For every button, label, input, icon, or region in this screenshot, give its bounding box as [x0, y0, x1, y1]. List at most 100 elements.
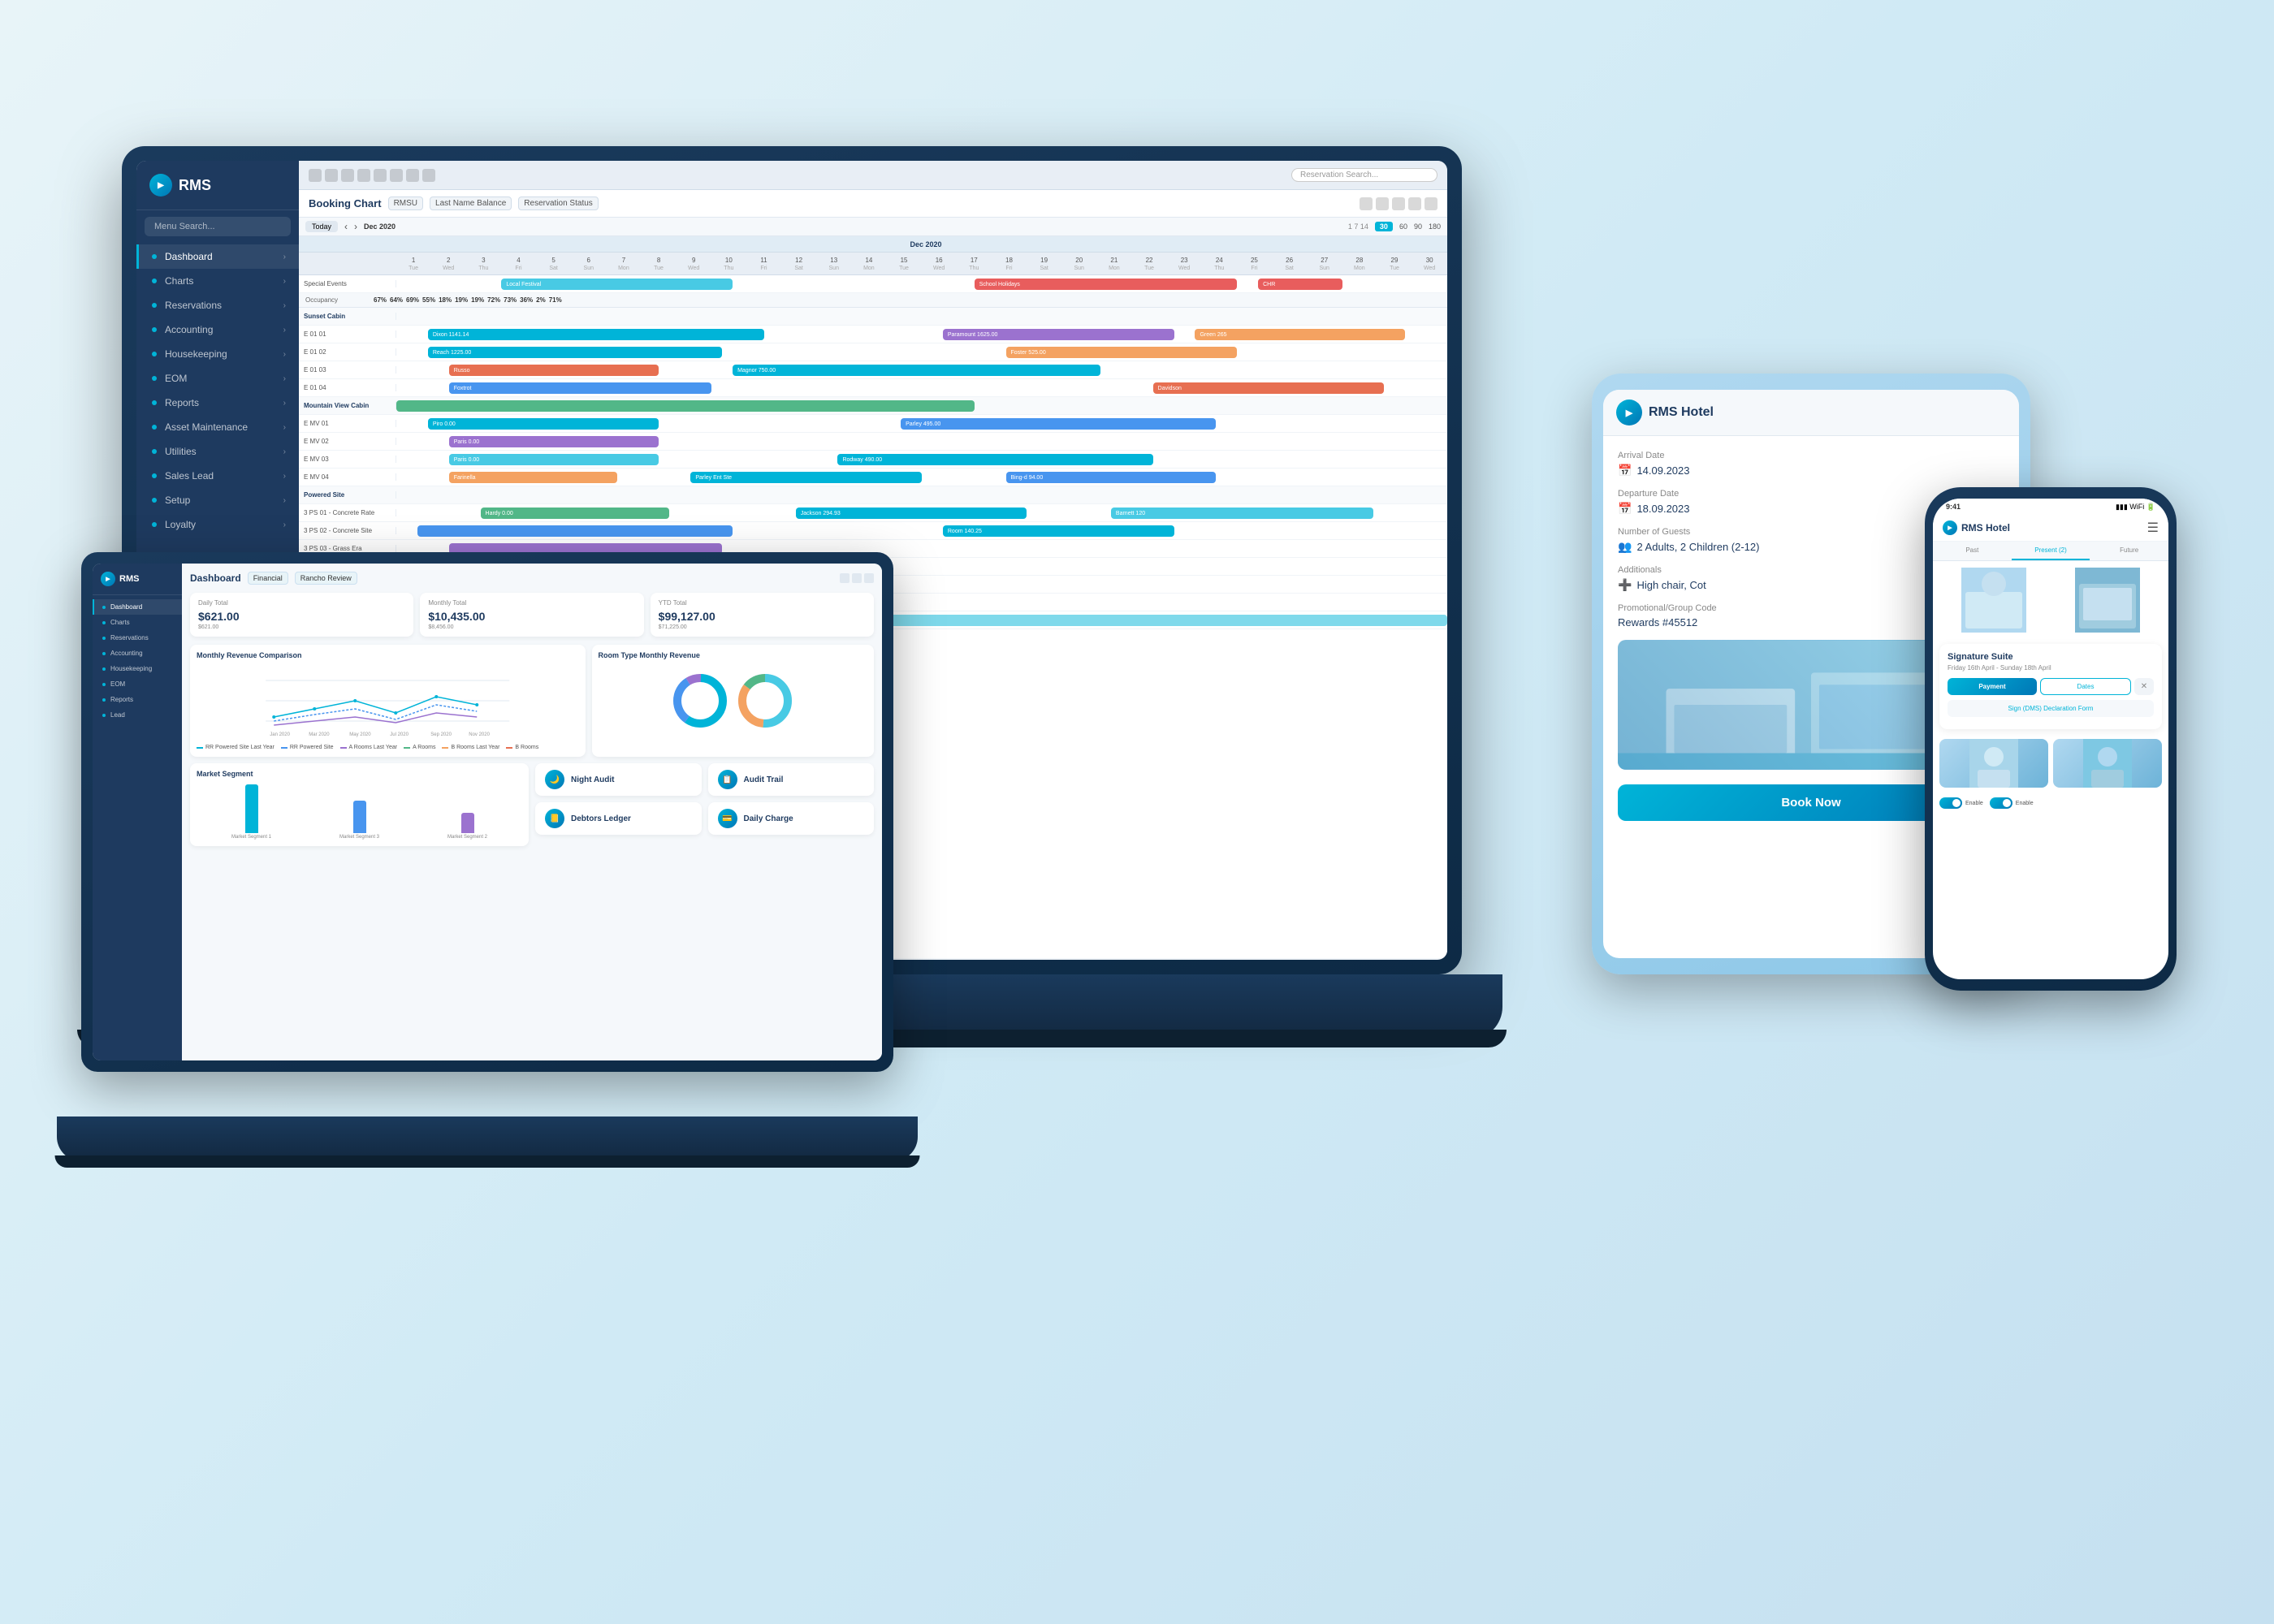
toolbar-icon-4[interactable]	[357, 169, 370, 182]
bar-par[interactable]: Paramount 1625.00	[943, 329, 1174, 340]
chart-tool-5[interactable]	[1424, 197, 1437, 210]
bar-dixe[interactable]: Dixon 1141.14	[428, 329, 764, 340]
sidebar-item-loyalty[interactable]: Loyalty ›	[136, 512, 299, 537]
property-dropdown[interactable]: RMSU	[388, 197, 423, 210]
chart-tool-1[interactable]	[1360, 197, 1373, 210]
prev-month-btn[interactable]: ‹	[344, 221, 348, 232]
l2-item-charts[interactable]: Charts	[93, 615, 182, 630]
cells-powered-head[interactable]	[396, 486, 1447, 503]
bar-mountain-head[interactable]	[396, 400, 975, 412]
chart-tool-3[interactable]	[1392, 197, 1405, 210]
l2-ql-night-audit[interactable]: 🌙 Night Audit	[535, 763, 702, 796]
sidebar-item-utilities[interactable]: Utilities ›	[136, 439, 299, 464]
bar-school-holidays[interactable]: School Holidays	[975, 279, 1238, 290]
bar-reach[interactable]: Reach 1225.00	[428, 347, 722, 358]
cells-ps01[interactable]: Hardy 0.00 Jackson 294.93 Barnett 120	[396, 504, 1447, 521]
l2-ql-daily-charge[interactable]: 💳 Daily Charge	[708, 802, 875, 835]
days-90[interactable]: 90	[1414, 222, 1422, 231]
toolbar-icon-3[interactable]	[341, 169, 354, 182]
bar-e0104-3[interactable]: Davidson	[1153, 382, 1385, 394]
cells-mv03[interactable]: Paris 0.00 Rodway 490.00	[396, 451, 1447, 468]
chart-tool-2[interactable]	[1376, 197, 1389, 210]
l2-toolbar-3[interactable]	[864, 573, 874, 583]
cells-e0103[interactable]: Russo Magnor 750.00	[396, 361, 1447, 378]
l2-toolbar-2[interactable]	[852, 573, 862, 583]
bar-local-festival[interactable]: Local Festival	[501, 279, 733, 290]
sidebar-item-setup[interactable]: Setup ›	[136, 488, 299, 512]
sidebar-item-asset[interactable]: Asset Maintenance ›	[136, 415, 299, 439]
toolbar-icon-1[interactable]	[309, 169, 322, 182]
days-60[interactable]: 60	[1399, 222, 1407, 231]
sidebar-item-charts[interactable]: Charts ›	[136, 269, 299, 293]
cells-e0102[interactable]: Reach 1225.00 Foster 525.00	[396, 343, 1447, 361]
today-btn[interactable]: Today	[305, 221, 338, 232]
bar-hardy[interactable]: Hardy 0.00	[481, 508, 670, 519]
l2-property-dropdown[interactable]: Rancho Review	[295, 572, 357, 585]
cells-special-events[interactable]: Local Festival School Holidays CHR	[396, 275, 1447, 292]
tab-future[interactable]: Future	[2090, 542, 2168, 560]
l2-item-reports[interactable]: Reports	[93, 692, 182, 707]
chart-tool-4[interactable]	[1408, 197, 1421, 210]
cells-ps02[interactable]: Room 140.25	[396, 522, 1447, 539]
sidebar-item-sales-lead[interactable]: Sales Lead ›	[136, 464, 299, 488]
sidebar-item-housekeeping[interactable]: Housekeeping ›	[136, 342, 299, 366]
bar-e0103-1[interactable]: Russo	[449, 365, 659, 376]
toolbar-icon-6[interactable]	[390, 169, 403, 182]
sign-form-button[interactable]: Sign (DMS) Declaration Form	[1948, 700, 2154, 717]
next-month-btn[interactable]: ›	[354, 221, 357, 232]
phone-toggle-1[interactable]: Enable	[1939, 797, 1983, 809]
toolbar-icon-8[interactable]	[422, 169, 435, 182]
bar-piro[interactable]: Piro 0.00	[428, 418, 659, 430]
reservation-search-bar[interactable]: Reservation Search...	[1291, 168, 1437, 182]
bar-barnett[interactable]: Barnett 120	[1111, 508, 1374, 519]
menu-search[interactable]: Menu Search...	[145, 217, 291, 236]
bar-farinella[interactable]: Farinella	[449, 472, 617, 483]
tab-past[interactable]: Past	[1933, 542, 2012, 560]
close-button[interactable]: ✕	[2134, 678, 2154, 695]
filter2-dropdown[interactable]: Reservation Status	[518, 197, 599, 210]
bar-e0103-2[interactable]: Magnor 750.00	[733, 365, 1100, 376]
tab-present[interactable]: Present (2)	[2012, 542, 2090, 560]
bar-bing[interactable]: Bing-d 94.00	[1006, 472, 1217, 483]
bar-sm[interactable]: Green 265	[1195, 329, 1405, 340]
toggle-switch-2[interactable]	[1990, 797, 2012, 809]
cells-mv01[interactable]: Piro 0.00 Parley 495.00	[396, 415, 1447, 432]
toolbar-icon-7[interactable]	[406, 169, 419, 182]
bar-paris[interactable]: Paris 0.00	[449, 436, 659, 447]
toolbar-icon-2[interactable]	[325, 169, 338, 182]
bar-rodway[interactable]: Rodway 490.00	[837, 454, 1152, 465]
phone-toggle-2[interactable]: Enable	[1990, 797, 2034, 809]
bar-parley2[interactable]: Parley Ent Ste	[690, 472, 922, 483]
cells-mountain-head[interactable]	[396, 397, 1447, 414]
l2-filter-dropdown[interactable]: Financial	[248, 572, 288, 585]
l2-item-dashboard[interactable]: Dashboard	[93, 599, 182, 615]
cells-e0101[interactable]: Dixon 1141.14 Paramount 1625.00 Green 26…	[396, 326, 1447, 343]
bar-parley[interactable]: Parley 495.00	[901, 418, 1216, 430]
sidebar-item-reports[interactable]: Reports ›	[136, 391, 299, 415]
cells-mv04[interactable]: Farinella Parley Ent Ste Bing-d 94.00	[396, 469, 1447, 486]
sidebar-item-dashboard[interactable]: Dashboard ›	[136, 244, 299, 269]
l2-item-eom[interactable]: EOM	[93, 676, 182, 692]
bar-e0104-2[interactable]: Foxtrot	[449, 382, 712, 394]
l2-ql-audit-trail[interactable]: 📋 Audit Trail	[708, 763, 875, 796]
cells-sunset[interactable]	[396, 308, 1447, 325]
phone-menu-icon[interactable]: ☰	[2147, 520, 2159, 536]
sidebar-item-eom[interactable]: EOM ›	[136, 366, 299, 391]
bar-foster[interactable]: Foster 525.00	[1006, 347, 1238, 358]
toggle-switch-1[interactable]	[1939, 797, 1962, 809]
l2-item-reservations[interactable]: Reservations	[93, 630, 182, 646]
l2-item-accounting[interactable]: Accounting	[93, 646, 182, 661]
toolbar-icon-5[interactable]	[374, 169, 387, 182]
sidebar-item-accounting[interactable]: Accounting ›	[136, 317, 299, 342]
days-30-btn[interactable]: 30	[1375, 222, 1393, 231]
bar-jackson[interactable]: Jackson 294.93	[796, 508, 1027, 519]
cells-e0104[interactable]: Foxtrot Davidson	[396, 379, 1447, 396]
cells-mv02[interactable]: Paris 0.00	[396, 433, 1447, 450]
payment-button[interactable]: Payment	[1948, 678, 2037, 695]
l2-toolbar-1[interactable]	[840, 573, 850, 583]
filter1-dropdown[interactable]: Last Name Balance	[430, 197, 512, 210]
bar-paris2[interactable]: Paris 0.00	[449, 454, 659, 465]
bar-ps02-1[interactable]	[417, 525, 733, 537]
bar-xmas[interactable]: CHR	[1258, 279, 1342, 290]
l2-item-housekeeping[interactable]: Housekeeping	[93, 661, 182, 676]
